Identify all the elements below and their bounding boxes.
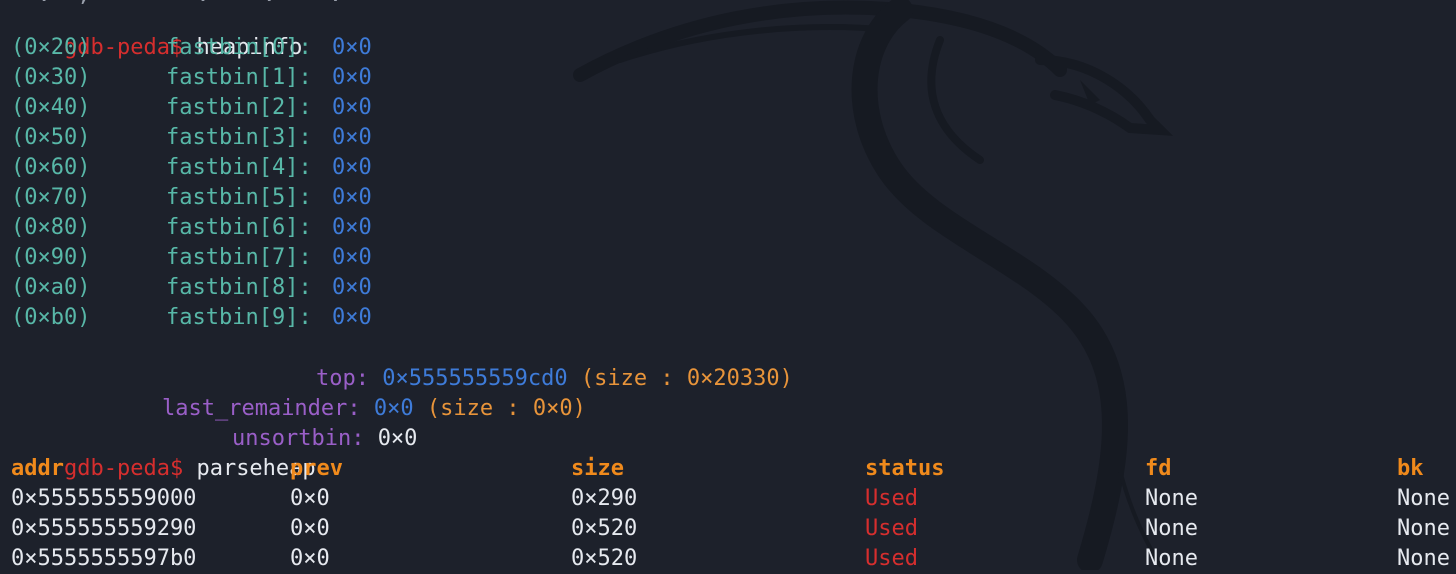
chunk-addr: 0×555555559000 bbox=[11, 486, 197, 511]
fastbin-row: (0×80) fastbin[6]: 0×0 bbox=[11, 213, 411, 243]
prompt-line-heapinfo: gdb-peda$ heapinfo bbox=[11, 3, 302, 60]
fastbin-size: (0×70) bbox=[11, 185, 91, 210]
terminal-window[interactable]: . , . . . gdb-peda$ heapinfo (0×20)fastb… bbox=[0, 0, 1456, 571]
last-remainder-line: last_remainder: 0×0 (size : 0×0) bbox=[109, 364, 586, 421]
last-remainder-size: (size : 0×0) bbox=[426, 396, 586, 421]
fastbin-row: (0×30) fastbin[1]: 0×0 bbox=[11, 63, 411, 93]
fastbin-label: fastbin[2]: bbox=[166, 95, 312, 120]
chunk-prev: 0×0 bbox=[290, 486, 330, 511]
fastbin-label: fastbin[5]: bbox=[166, 185, 312, 210]
fastbin-value: 0×0 bbox=[332, 275, 372, 300]
chunk-fd: None bbox=[1145, 516, 1198, 541]
fastbin-label: fastbin[4]: bbox=[166, 155, 312, 180]
header-status: status bbox=[865, 456, 945, 481]
chunk-bk: None bbox=[1397, 516, 1450, 541]
fastbin-value: 0×0 bbox=[332, 155, 372, 180]
chunk-size: 0×290 bbox=[571, 486, 638, 511]
fastbin-label: fastbin[6]: bbox=[166, 215, 312, 240]
fastbin-row: (0×a0) fastbin[8]: 0×0 bbox=[11, 273, 411, 303]
fastbin-value: 0×0 bbox=[332, 305, 372, 330]
fastbin-row: (0×50) fastbin[3]: 0×0 bbox=[11, 123, 411, 153]
fastbin-size: (0×a0) bbox=[11, 275, 91, 300]
header-size: size bbox=[571, 456, 624, 481]
unsortbin-line: unsortbin: 0×0 bbox=[179, 394, 417, 451]
fastbin-size: (0×30) bbox=[11, 65, 91, 90]
fastbin-row: (0×60) fastbin[4]: 0×0 bbox=[11, 153, 411, 183]
fastbin-size: (0×40) bbox=[11, 95, 91, 120]
fastbin-row: (0×b0) fastbin[9]: 0×0 bbox=[11, 303, 411, 333]
fastbin-size: (0×60) bbox=[11, 155, 91, 180]
header-bk: bk bbox=[1397, 456, 1424, 481]
chunk-status: Used bbox=[865, 486, 918, 511]
chunk-size: 0×520 bbox=[571, 516, 638, 541]
fastbin-row: (0×20) fastbin[0]: 0×0 bbox=[11, 33, 411, 63]
chunk-fd: None bbox=[1145, 486, 1198, 511]
fastbin-value: 0×0 bbox=[332, 245, 372, 270]
header-prev: prev bbox=[290, 456, 343, 481]
chunk-prev: 0×0 bbox=[290, 516, 330, 541]
fastbin-size: (0×20) bbox=[11, 35, 91, 60]
fastbin-size: (0×b0) bbox=[11, 305, 91, 330]
top-line: top: 0×555555559cd0 (size : 0×20330) bbox=[263, 334, 793, 391]
fastbin-label: fastbin[7]: bbox=[166, 245, 312, 270]
top-size: (size : 0×20330) bbox=[580, 366, 793, 391]
fastbin-label: fastbin[9]: bbox=[166, 305, 312, 330]
header-addr: addr bbox=[11, 456, 64, 481]
unsortbin-address: 0×0 bbox=[377, 426, 418, 451]
fastbin-value: 0×0 bbox=[332, 185, 372, 210]
chunk-bk: None bbox=[1397, 486, 1450, 511]
chunk-addr: 0×555555559290 bbox=[11, 516, 197, 541]
fastbin-row: (0×70) fastbin[5]: 0×0 bbox=[11, 183, 411, 213]
chunk-status: Used bbox=[865, 516, 918, 541]
fastbin-value: 0×0 bbox=[332, 215, 372, 240]
fastbin-value: 0×0 bbox=[332, 35, 372, 60]
fastbin-value: 0×0 bbox=[332, 95, 372, 120]
fastbin-value: 0×0 bbox=[332, 125, 372, 150]
fastbin-label: fastbin[3]: bbox=[166, 125, 312, 150]
fastbin-row: (0×40) fastbin[2]: 0×0 bbox=[11, 93, 411, 123]
header-fd: fd bbox=[1145, 456, 1172, 481]
fastbin-size: (0×80) bbox=[11, 215, 91, 240]
fastbin-label: fastbin[8]: bbox=[166, 275, 312, 300]
fastbin-label: fastbin[1]: bbox=[166, 65, 312, 90]
fastbin-size: (0×90) bbox=[11, 245, 91, 270]
prompt-name: gdb-peda bbox=[63, 456, 170, 481]
fastbin-row: (0×90) fastbin[7]: 0×0 bbox=[11, 243, 411, 273]
fastbin-label: fastbin[0]: bbox=[166, 35, 312, 60]
prompt-line-parseheap: gdb-peda$ parseheap bbox=[11, 424, 316, 481]
fastbin-value: 0×0 bbox=[332, 65, 372, 90]
fastbin-size: (0×50) bbox=[11, 125, 91, 150]
prompt-symbol: $ bbox=[169, 456, 184, 481]
